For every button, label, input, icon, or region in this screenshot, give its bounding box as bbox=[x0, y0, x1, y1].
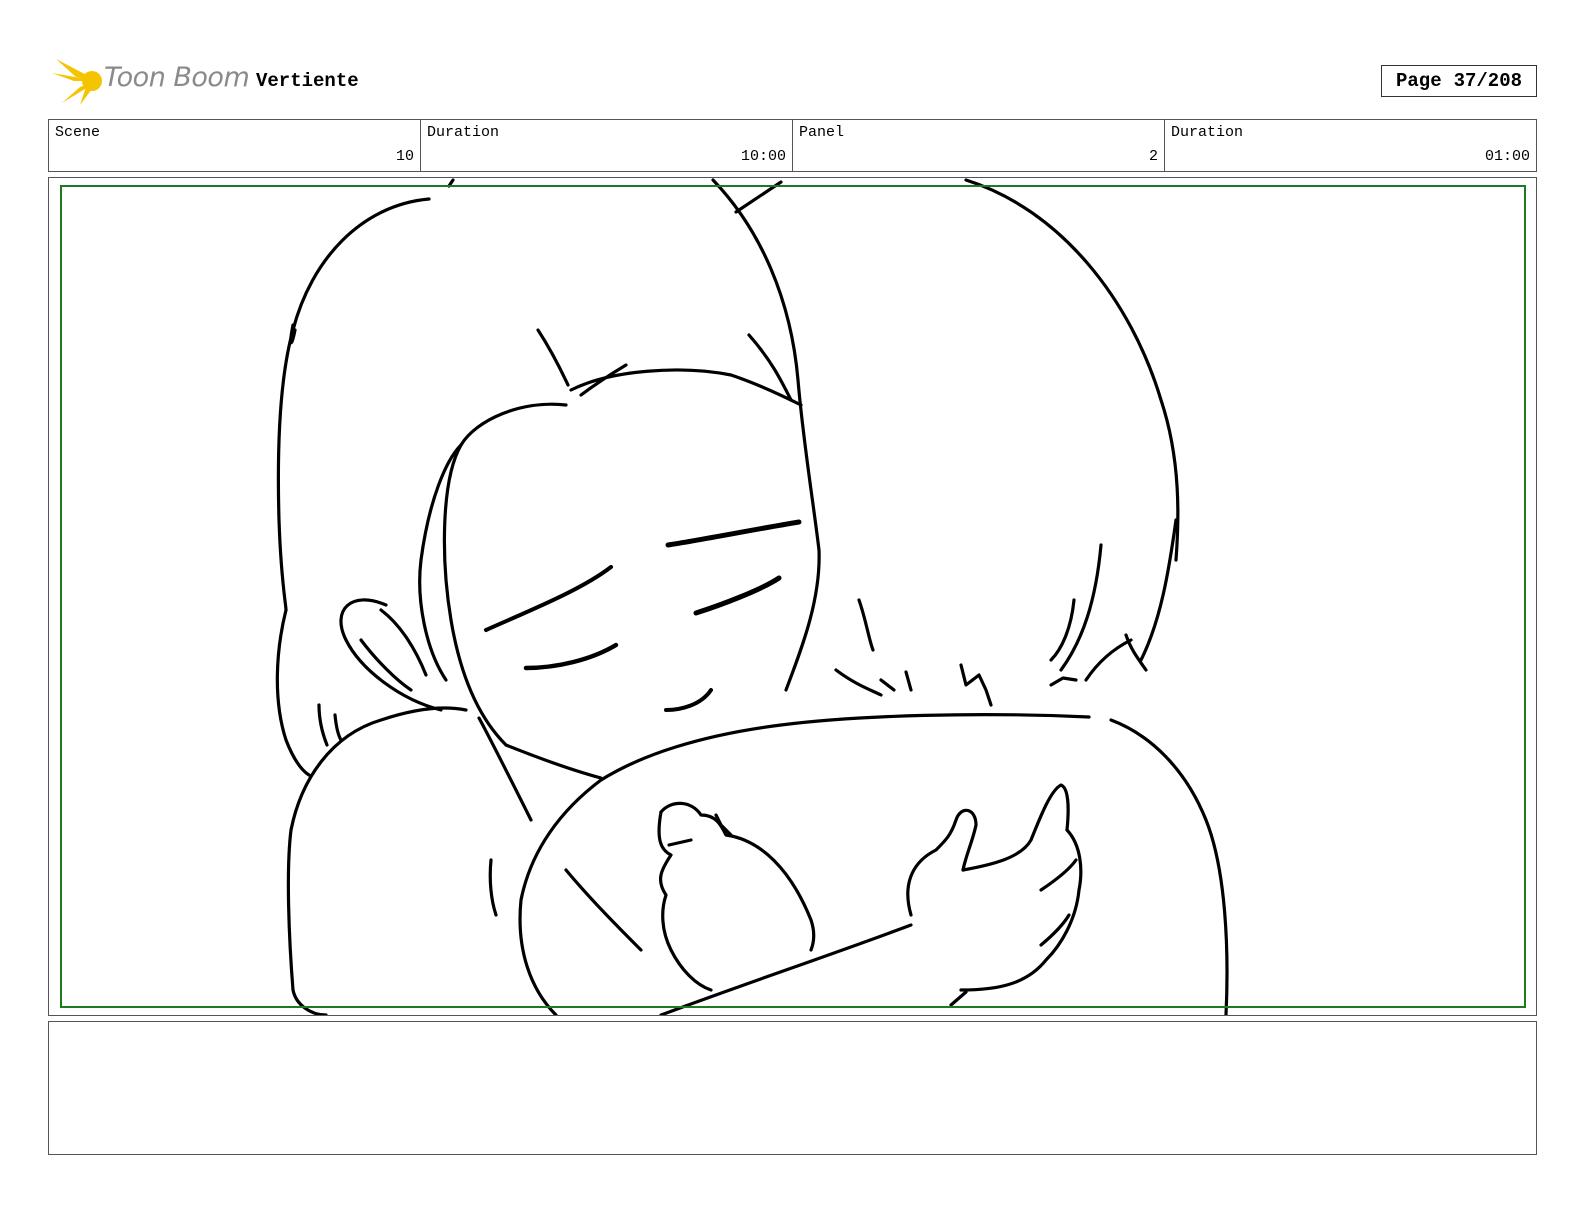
scene-duration-value: 10:00 bbox=[740, 148, 786, 165]
scene-duration-label: Duration bbox=[427, 124, 500, 141]
project-title: Vertiente bbox=[256, 70, 359, 92]
toon-boom-burst-icon bbox=[52, 59, 102, 105]
panel-cell: Panel 2 bbox=[793, 120, 1165, 171]
scene-cell: Scene 10 bbox=[49, 120, 421, 171]
panel-notes-box bbox=[48, 1021, 1537, 1155]
page-label: Page bbox=[1395, 70, 1442, 92]
page-value: 37/208 bbox=[1453, 70, 1523, 92]
storyboard-panel bbox=[48, 177, 1537, 1016]
scene-value: 10 bbox=[395, 148, 414, 165]
panel-duration-value: 01:00 bbox=[1484, 148, 1530, 165]
scene-label: Scene bbox=[55, 124, 101, 141]
hug-sketch-drawing bbox=[275, 178, 1229, 1015]
panel-label: Panel bbox=[799, 124, 845, 141]
page-indicator: Page 37/208 bbox=[1381, 65, 1537, 97]
panel-duration-cell: Duration 01:00 bbox=[1165, 120, 1536, 171]
panel-info-table: Scene 10 Duration 10:00 Panel 2 Duration… bbox=[48, 119, 1537, 172]
logo-text: Toon Boom bbox=[104, 62, 250, 93]
panel-duration-label: Duration bbox=[1171, 124, 1244, 141]
panel-value: 2 bbox=[1148, 148, 1158, 165]
scene-duration-cell: Duration 10:00 bbox=[421, 120, 793, 171]
